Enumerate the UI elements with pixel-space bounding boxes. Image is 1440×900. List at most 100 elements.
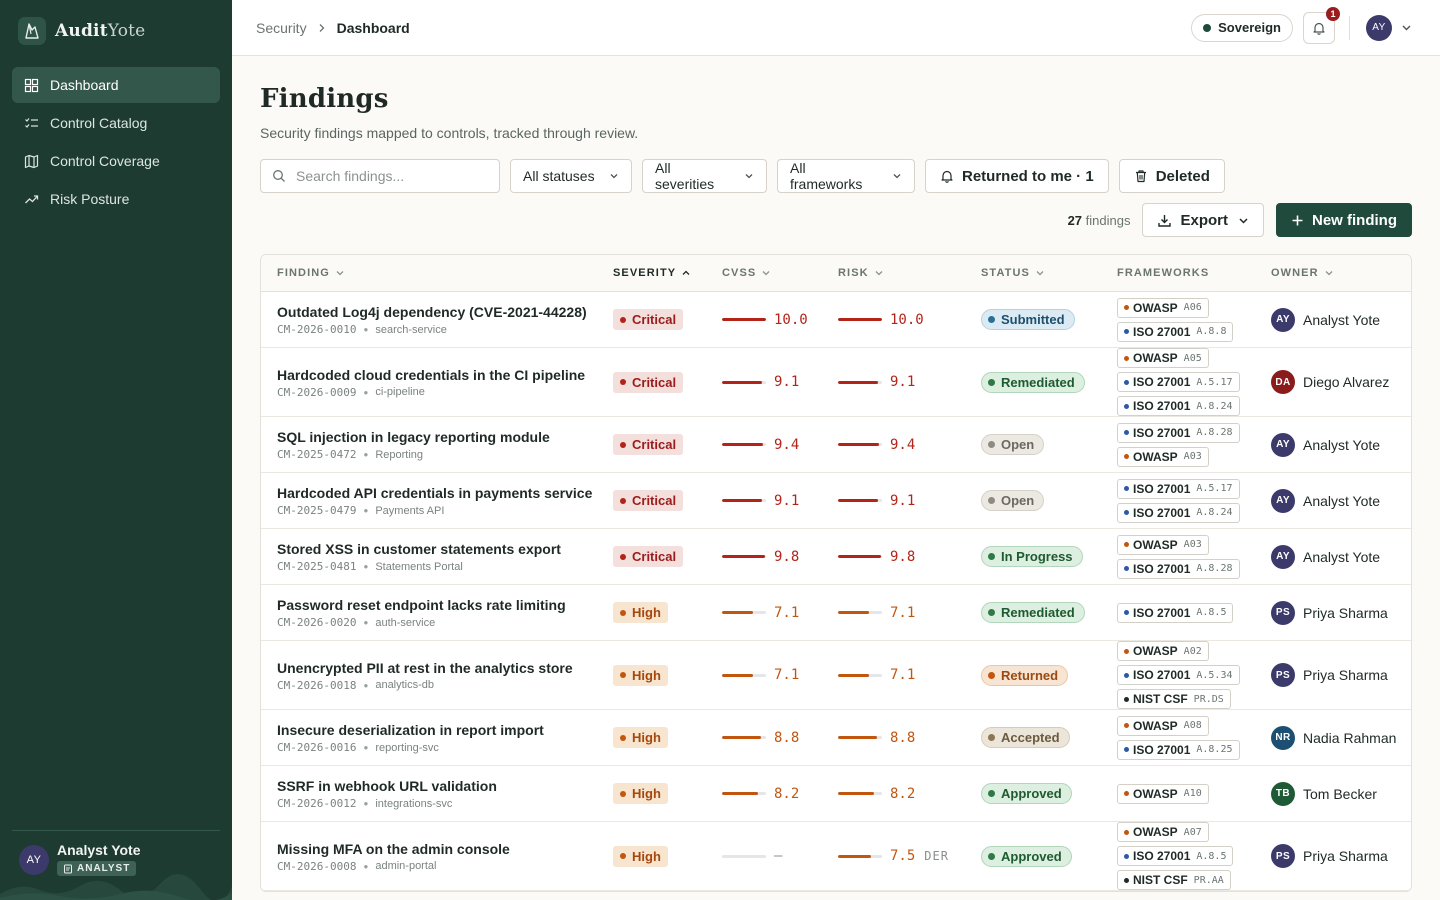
- finding-title[interactable]: Unencrypted PII at rest in the analytics…: [277, 659, 613, 677]
- finding-title[interactable]: SQL injection in legacy reporting module: [277, 428, 613, 446]
- framework-filter[interactable]: All frameworks: [777, 159, 915, 193]
- finding-title[interactable]: Password reset endpoint lacks rate limit…: [277, 596, 613, 614]
- table-row[interactable]: Hardcoded cloud credentials in the CI pi…: [261, 348, 1411, 417]
- framework-dot: [1124, 791, 1129, 796]
- finding-title[interactable]: Missing MFA on the admin console: [277, 840, 613, 858]
- column-header-severity[interactable]: SEVERITY: [613, 267, 722, 279]
- table-row[interactable]: SSRF in webhook URL validation CM-2026-00…: [261, 766, 1411, 822]
- sidebar-user[interactable]: AY Analyst Yote ANALYST: [12, 830, 220, 877]
- user-avatar[interactable]: AY: [1366, 14, 1392, 41]
- severity-dot: [620, 441, 626, 448]
- finding-meta: CM-2026-0008 ● admin-portal: [277, 860, 613, 873]
- column-header-status[interactable]: STATUS: [981, 267, 1117, 279]
- framework-code: A.8.24: [1196, 507, 1233, 518]
- finding-id: CM-2026-0008: [277, 859, 357, 873]
- finding-title[interactable]: SSRF in webhook URL validation: [277, 777, 613, 795]
- severity-badge: Critical: [613, 371, 684, 393]
- risk-bar-fill: [838, 555, 882, 558]
- breadcrumb-security[interactable]: Security: [256, 20, 307, 36]
- column-header-finding[interactable]: FINDING: [261, 267, 613, 279]
- search-input[interactable]: [296, 168, 486, 184]
- sidebar-item-risk-posture[interactable]: Risk Posture: [12, 181, 220, 217]
- framework-code: A.8.28: [1196, 427, 1233, 438]
- finding-id: CM-2026-0010: [277, 323, 357, 336]
- status-label: Remediated: [1001, 605, 1075, 620]
- severity-label: Critical: [632, 493, 677, 508]
- table-row[interactable]: SQL injection in legacy reporting module…: [261, 417, 1411, 473]
- framework-dot: [1124, 566, 1129, 571]
- column-header-cvss[interactable]: CVSS: [722, 267, 838, 279]
- checklist-icon: [23, 115, 39, 131]
- severity-dot: [620, 672, 626, 678]
- risk-bar: [838, 792, 882, 795]
- framework-dot: [1124, 454, 1129, 459]
- framework-code: A10: [1183, 788, 1202, 799]
- owner-name: Priya Sharma: [1303, 667, 1388, 683]
- severity-filter-label: All severities: [655, 160, 715, 192]
- status-filter[interactable]: All statuses: [510, 159, 632, 193]
- framework-dot: [1124, 542, 1129, 547]
- column-header-owner[interactable]: OWNER: [1271, 267, 1411, 279]
- page-title: Findings: [260, 84, 389, 114]
- owner-avatar: PS: [1271, 663, 1295, 687]
- owner-cell: AY Analyst Yote: [1271, 432, 1411, 457]
- status-label: Submitted: [1001, 312, 1065, 327]
- cvss-value: 8.8: [774, 729, 800, 746]
- risk-value: 9.4: [890, 436, 916, 453]
- table-row[interactable]: Outdated Log4j dependency (CVE-2021-4422…: [261, 292, 1411, 348]
- environment-label: Sovereign: [1218, 20, 1281, 35]
- framework-chip: OWASP A02: [1117, 641, 1209, 661]
- separator-dot: ●: [363, 562, 369, 571]
- table-row[interactable]: Hardcoded API credentials in payments se…: [261, 473, 1411, 529]
- risk-cell: 10.0: [838, 312, 981, 328]
- table-row[interactable]: Unencrypted PII at rest in the analytics…: [261, 641, 1411, 710]
- table-row[interactable]: Password reset endpoint lacks rate limit…: [261, 585, 1411, 641]
- framework-dot: [1124, 696, 1129, 702]
- finding-cell: Insecure deserialization in report impor…: [261, 721, 613, 754]
- sidebar-item-control-coverage[interactable]: Control Coverage: [12, 143, 220, 179]
- owner-avatar: TB: [1271, 781, 1295, 806]
- export-button[interactable]: Export: [1142, 203, 1264, 237]
- owner-cell: AY Analyst Yote: [1271, 544, 1411, 569]
- finding-asset: reporting-svc: [375, 741, 439, 754]
- finding-meta: CM-2026-0012 ● integrations-svc: [277, 797, 613, 810]
- severity-filter[interactable]: All severities: [642, 159, 767, 193]
- sidebar-item-label: Risk Posture: [50, 191, 130, 207]
- returned-to-me-button[interactable]: Returned to me · 1: [925, 159, 1109, 193]
- map-icon: [23, 153, 39, 169]
- framework-dot: [1124, 486, 1129, 491]
- avatar: AY: [19, 845, 49, 875]
- role-label: ANALYST: [77, 863, 131, 874]
- environment-pill[interactable]: Sovereign: [1191, 13, 1293, 42]
- table-row[interactable]: Missing MFA on the admin console CM-2026-…: [261, 822, 1411, 891]
- finding-title[interactable]: Hardcoded cloud credentials in the CI pi…: [277, 366, 613, 384]
- table-row[interactable]: Insecure deserialization in report impor…: [261, 710, 1411, 766]
- chevron-down-icon[interactable]: [1401, 22, 1412, 33]
- finding-title[interactable]: Hardcoded API credentials in payments se…: [277, 484, 613, 502]
- cvss-bar-fill: [722, 736, 761, 739]
- framework-chip: OWASP A07: [1117, 822, 1209, 842]
- framework-chip: OWASP A03: [1117, 446, 1209, 467]
- table-row[interactable]: Stored XSS in customer statements export…: [261, 529, 1411, 585]
- framework-name: OWASP: [1133, 300, 1178, 315]
- sidebar-item-control-catalog[interactable]: Control Catalog: [12, 105, 220, 141]
- deleted-button[interactable]: Deleted: [1118, 159, 1225, 193]
- sidebar-item-dashboard[interactable]: Dashboard: [12, 67, 220, 103]
- status-label: Open: [1001, 437, 1035, 452]
- environment-dot: [1203, 23, 1212, 32]
- cvss-value: 10.0: [774, 311, 808, 328]
- notifications-button[interactable]: 1: [1303, 6, 1340, 44]
- column-header-risk[interactable]: RISK: [838, 267, 981, 279]
- finding-title[interactable]: Insecure deserialization in report impor…: [277, 721, 613, 739]
- new-finding-button[interactable]: New finding: [1276, 203, 1412, 237]
- cvss-bar: [722, 443, 766, 446]
- framework-chip: ISO 27001 A.8.8: [1117, 321, 1234, 342]
- status-cell: Accepted: [981, 727, 1117, 748]
- finding-title[interactable]: Stored XSS in customer statements export: [277, 540, 613, 558]
- risk-bar-fill: [838, 792, 875, 795]
- severity-dot: [620, 316, 626, 323]
- finding-title[interactable]: Outdated Log4j dependency (CVE-2021-4422…: [277, 303, 613, 321]
- status-dot: [988, 790, 995, 797]
- filter-bar: All statuses All severities All framewor…: [260, 159, 1225, 193]
- brand[interactable]: AuditYote: [0, 0, 232, 62]
